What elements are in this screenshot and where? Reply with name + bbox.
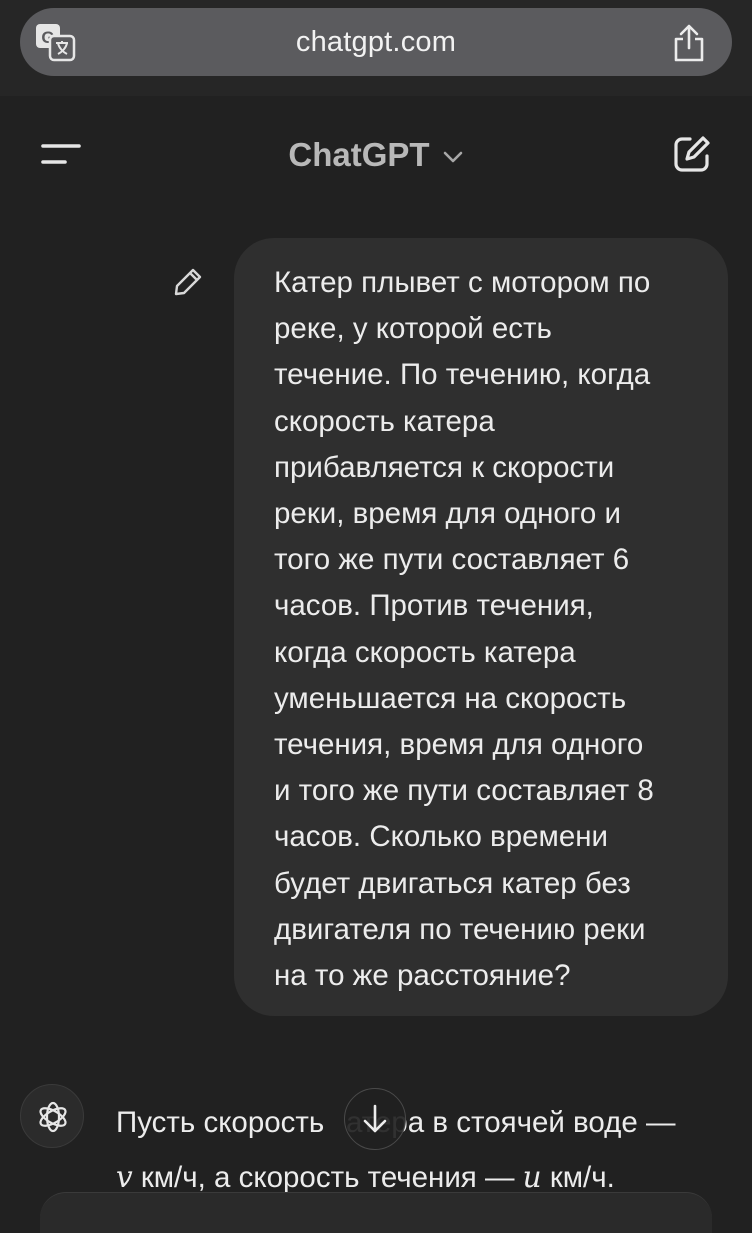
user-message-line: когда скорость катера bbox=[274, 635, 576, 669]
user-message-line: реке, у которой есть bbox=[274, 312, 552, 346]
pencil-icon[interactable] bbox=[172, 266, 204, 298]
user-message-line: на то же расстояние? bbox=[274, 959, 571, 993]
openai-logo-icon bbox=[39, 1101, 67, 1133]
user-message-line: течения, время для одного bbox=[274, 728, 644, 762]
assistant-message: Пусть скорость катера в стоячей воде — v… bbox=[116, 1096, 736, 1205]
user-message-line: течение. По течению, когда bbox=[274, 358, 651, 392]
math-variable-v: v bbox=[116, 1160, 133, 1194]
user-message-line: реки, время для одного и bbox=[274, 497, 621, 531]
app-header: ChatGPT bbox=[0, 96, 752, 214]
address-bar[interactable]: G chatgpt.com bbox=[20, 8, 732, 76]
share-icon[interactable] bbox=[672, 24, 706, 62]
user-message-line: часов. Против течения, bbox=[274, 589, 594, 623]
user-message-line: и того же пути составляет 8 bbox=[274, 774, 654, 808]
user-message-line: уменьшается на скорость bbox=[274, 681, 627, 715]
assistant-message-line: Пусть скорость катера в стоячей воде — bbox=[116, 1096, 736, 1150]
arrow-down-icon bbox=[363, 1104, 387, 1133]
assistant-text-segment: Пусть скорость bbox=[116, 1106, 333, 1139]
user-message-line: будет двигаться катер без bbox=[274, 866, 631, 900]
scroll-to-bottom-button[interactable] bbox=[344, 1088, 406, 1150]
assistant-avatar bbox=[20, 1084, 84, 1148]
url-text[interactable]: chatgpt.com bbox=[20, 8, 732, 76]
user-message-bubble[interactable]: Катер плывет с мотором по реке, у которо… bbox=[234, 238, 728, 1016]
math-variable-u: u bbox=[522, 1160, 542, 1194]
assistant-text-segment: км/ч. bbox=[541, 1161, 615, 1194]
conversation[interactable]: Катер плывет с мотором по реке, у которо… bbox=[0, 214, 752, 1233]
model-switcher[interactable]: ChatGPT bbox=[0, 130, 752, 180]
user-message-line: часов. Сколько времени bbox=[274, 820, 608, 854]
user-message-line: прибавляется к скорости bbox=[274, 450, 615, 484]
user-message-line: Катер плывет с мотором по bbox=[274, 266, 651, 299]
model-title: ChatGPT bbox=[288, 136, 430, 173]
chevron-down-icon bbox=[443, 151, 462, 163]
user-message-line: скорость катера bbox=[274, 404, 495, 438]
user-message-line: двигателя по течению реки bbox=[274, 912, 646, 946]
assistant-text-segment: км/ч, а скорость течения — bbox=[132, 1161, 523, 1194]
composer-top-edge[interactable] bbox=[40, 1192, 712, 1233]
browser-toolbar: G chatgpt.com bbox=[0, 0, 752, 97]
new-chat-icon[interactable] bbox=[672, 134, 712, 174]
user-message-line: того же пути составляет 6 bbox=[274, 543, 630, 577]
